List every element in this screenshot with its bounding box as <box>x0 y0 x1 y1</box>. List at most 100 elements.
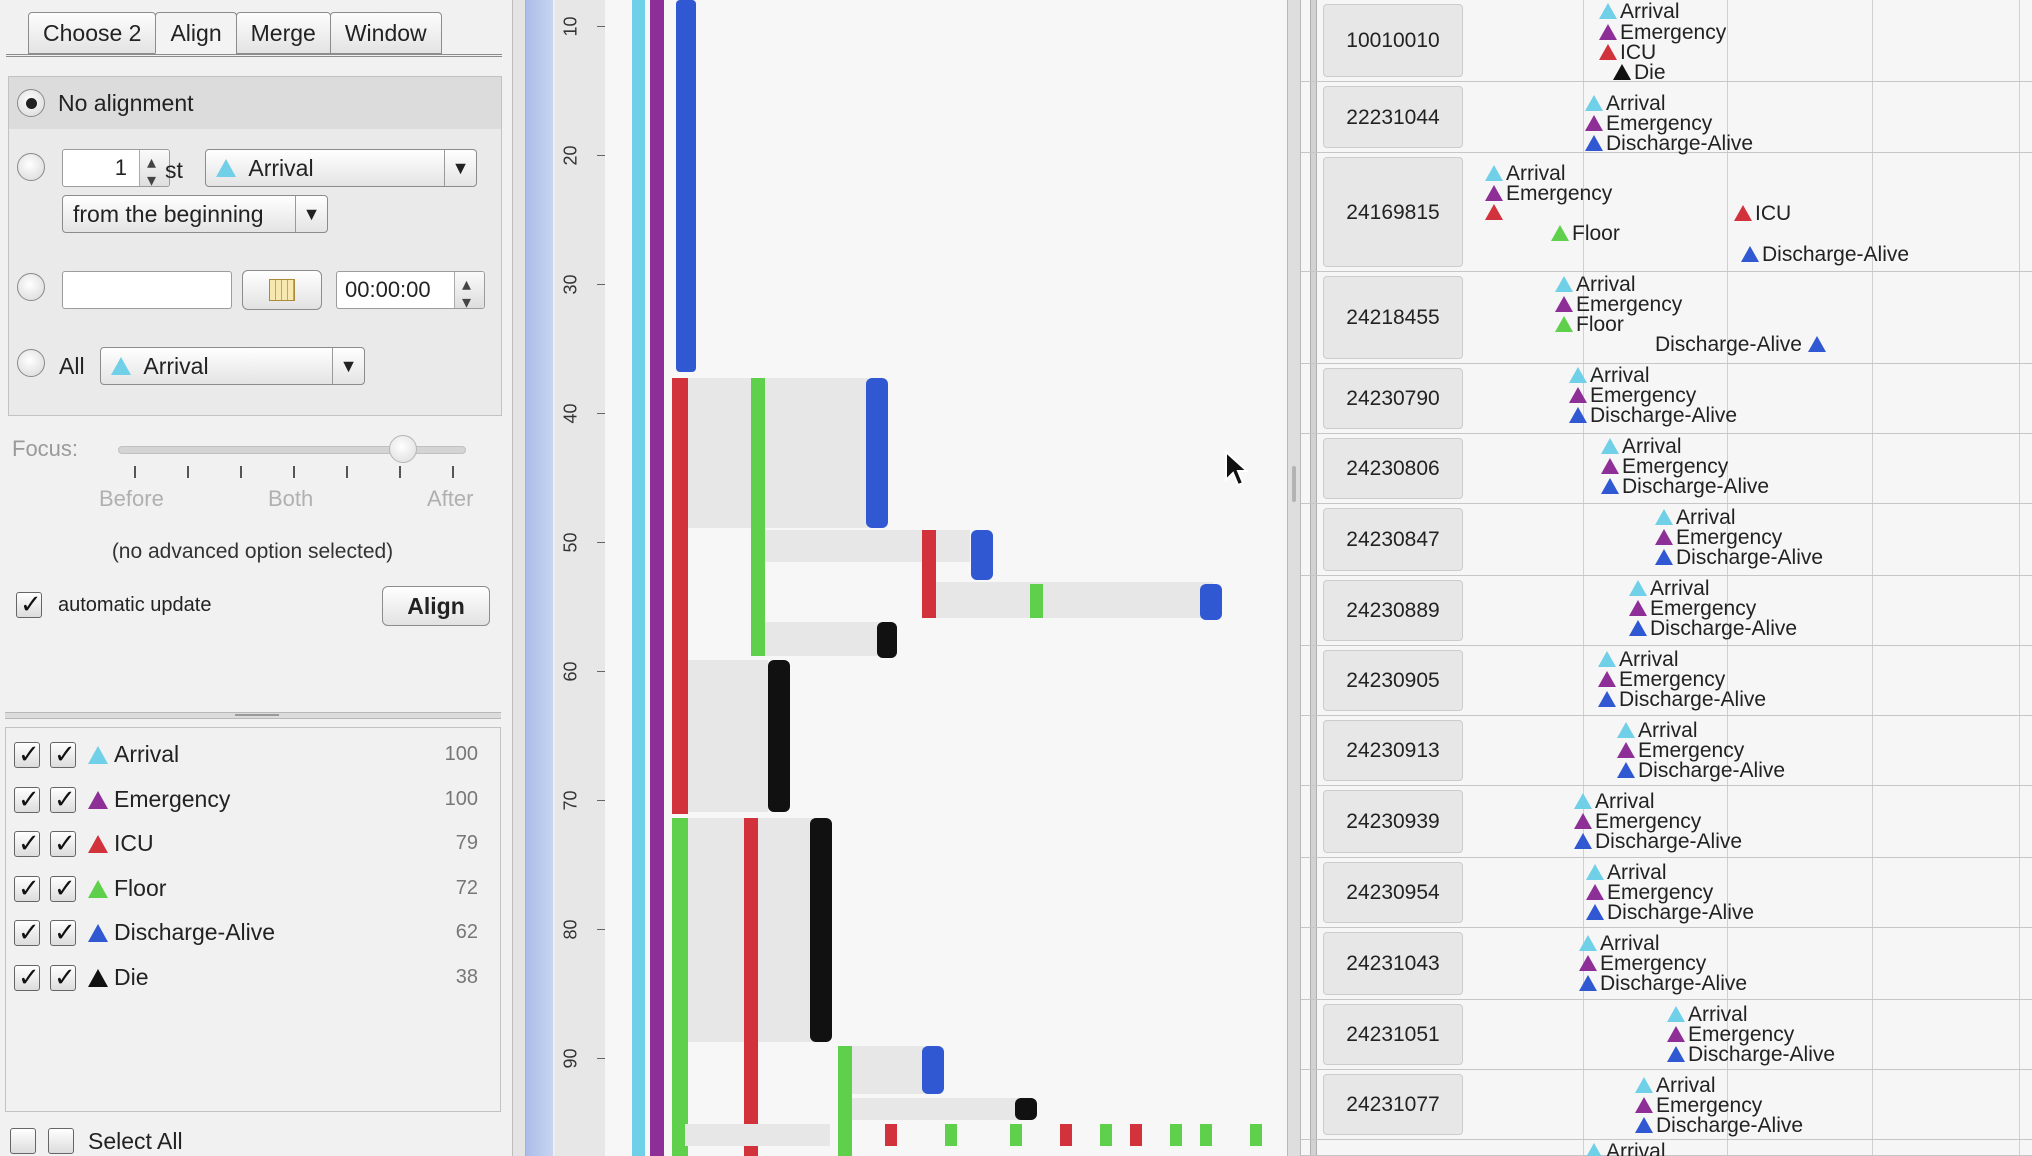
tab-merge[interactable]: Merge <box>235 12 331 54</box>
no-alignment-row[interactable]: No alignment <box>9 77 501 129</box>
time-stepper[interactable]: 00:00:00 <box>336 271 485 309</box>
flow-segment[interactable] <box>1060 1124 1072 1146</box>
record-event[interactable]: Arrival <box>1485 163 1566 184</box>
legend-item-die[interactable]: Die 38 <box>6 958 500 998</box>
time-stepper-arrows[interactable] <box>454 272 484 308</box>
record-event[interactable]: Arrival <box>1555 274 1636 295</box>
legend-include-checkbox[interactable] <box>50 917 76 948</box>
legend-visible-checkbox[interactable] <box>14 962 40 993</box>
flow-time-span[interactable] <box>685 1124 830 1146</box>
record-event[interactable]: Discharge-Alive <box>1569 405 1737 426</box>
flow-segment[interactable] <box>1250 1124 1262 1146</box>
record-event[interactable]: Discharge-Alive <box>1601 476 1769 497</box>
record-event[interactable]: Discharge-Alive <box>1585 133 1753 154</box>
record-event[interactable]: Arrival <box>1635 1075 1716 1096</box>
record-event[interactable]: Arrival <box>1629 578 1710 599</box>
floor-flow-bar[interactable] <box>1030 584 1043 618</box>
record-handle[interactable] <box>1310 364 1317 433</box>
record-event[interactable]: Discharge-Alive <box>1617 760 1785 781</box>
record-event[interactable]: Emergency <box>1598 669 1725 690</box>
legend-include-checkbox[interactable] <box>50 784 76 815</box>
flow-segment[interactable] <box>885 1124 897 1146</box>
arrival-flow-bar[interactable] <box>632 0 645 1156</box>
die-flow-bar[interactable] <box>1015 1098 1037 1120</box>
record-event[interactable]: Discharge-Alive <box>1629 618 1797 639</box>
record-handle[interactable] <box>1310 576 1317 645</box>
record-event[interactable]: Arrival <box>1667 1004 1748 1025</box>
all-event-select[interactable]: Arrival ▼ <box>100 347 365 385</box>
legend-visible-checkbox[interactable] <box>14 873 40 904</box>
overview-scrollbar-thumb[interactable] <box>525 0 553 1156</box>
record-handle[interactable] <box>1310 434 1317 503</box>
from-select[interactable]: from the beginning ▼ <box>62 195 328 233</box>
record-event[interactable]: Discharge-Alive <box>1741 244 1909 265</box>
record-handle[interactable] <box>1310 504 1317 575</box>
flow-segment[interactable] <box>945 1124 957 1146</box>
legend-include-checkbox[interactable] <box>50 873 76 904</box>
icu-flow-bar[interactable] <box>922 530 936 618</box>
record-event[interactable]: Emergency <box>1585 113 1712 134</box>
record-event[interactable]: Arrival <box>1601 436 1682 457</box>
calendar-button[interactable] <box>242 270 322 310</box>
record-handle[interactable] <box>1310 858 1317 927</box>
record-event[interactable]: Floor <box>1551 223 1620 244</box>
record-event[interactable]: Emergency <box>1601 456 1728 477</box>
nth-number-stepper[interactable]: 1 <box>62 149 170 187</box>
tab-align[interactable]: Align <box>155 12 237 54</box>
record-event[interactable]: Discharge-Alive <box>1586 902 1754 923</box>
legend-item-arrival[interactable]: Arrival 100 <box>6 735 500 775</box>
record-event[interactable]: Arrival <box>1585 1141 1666 1156</box>
record-handle[interactable] <box>1310 82 1317 152</box>
record-event[interactable]: Arrival <box>1617 720 1698 741</box>
record-event[interactable]: Arrival <box>1574 791 1655 812</box>
nth-event-select[interactable]: Arrival ▼ <box>205 149 477 187</box>
pane-divider[interactable] <box>1287 0 1301 1156</box>
record-handle[interactable] <box>1310 0 1317 81</box>
no-alignment-radio[interactable] <box>17 89 45 117</box>
record-row[interactable]: 24169815 <box>1301 153 2032 272</box>
legend-visible-checkbox[interactable] <box>14 917 40 948</box>
flow-segment[interactable] <box>1200 1124 1212 1146</box>
record-event[interactable] <box>1485 203 1506 223</box>
flow-segment[interactable] <box>1170 1124 1182 1146</box>
legend-item-discharge-alive[interactable]: Discharge-Alive 62 <box>6 913 500 953</box>
flow-time-span[interactable] <box>688 660 768 812</box>
flow-time-span[interactable] <box>688 378 868 528</box>
legend-include-checkbox[interactable] <box>50 962 76 993</box>
record-event[interactable]: Discharge-Alive <box>1579 973 1747 994</box>
legend-item-icu[interactable]: ICU 79 <box>6 824 500 864</box>
record-event[interactable]: Emergency <box>1667 1024 1794 1045</box>
record-event[interactable]: Emergency <box>1655 527 1782 548</box>
legend-item-floor[interactable]: Floor 72 <box>6 869 500 909</box>
record-handle[interactable] <box>1310 1000 1317 1069</box>
flow-time-span[interactable] <box>935 582 1213 618</box>
die-flow-bar[interactable] <box>810 818 832 1042</box>
record-event[interactable]: Emergency <box>1599 22 1726 43</box>
record-handle[interactable] <box>1310 716 1317 785</box>
legend-visible-checkbox[interactable] <box>14 739 40 770</box>
date-input[interactable] <box>62 271 232 309</box>
emergency-flow-bar[interactable] <box>650 0 664 1156</box>
record-event[interactable]: Arrival <box>1585 93 1666 114</box>
tab-choose-2[interactable]: Choose 2 <box>28 12 157 54</box>
flow-segment[interactable] <box>1130 1124 1142 1146</box>
record-handle[interactable] <box>1310 1070 1317 1139</box>
record-handle[interactable] <box>1310 928 1317 999</box>
record-event[interactable]: Arrival <box>1569 365 1650 386</box>
discharge-flow-bar[interactable] <box>1200 584 1222 620</box>
floor-flow-bar[interactable] <box>751 378 765 656</box>
record-event[interactable]: Arrival <box>1655 507 1736 528</box>
select-all-checkbox-2[interactable] <box>48 1128 74 1154</box>
focus-slider-knob[interactable] <box>389 435 418 463</box>
date-radio[interactable] <box>17 273 45 301</box>
select-all-checkbox-1[interactable] <box>10 1128 36 1154</box>
record-event[interactable]: Arrival <box>1598 649 1679 670</box>
flow-segment[interactable] <box>1010 1124 1022 1146</box>
record-event[interactable]: Arrival <box>1586 862 1667 883</box>
record-event[interactable]: Emergency <box>1617 740 1744 761</box>
floor-flow-bar[interactable] <box>672 818 688 1156</box>
record-event[interactable]: Emergency <box>1574 811 1701 832</box>
align-button[interactable]: Align <box>382 586 490 626</box>
lifeflow-visualization[interactable] <box>605 0 1290 1156</box>
record-event[interactable]: Floor <box>1555 314 1624 335</box>
